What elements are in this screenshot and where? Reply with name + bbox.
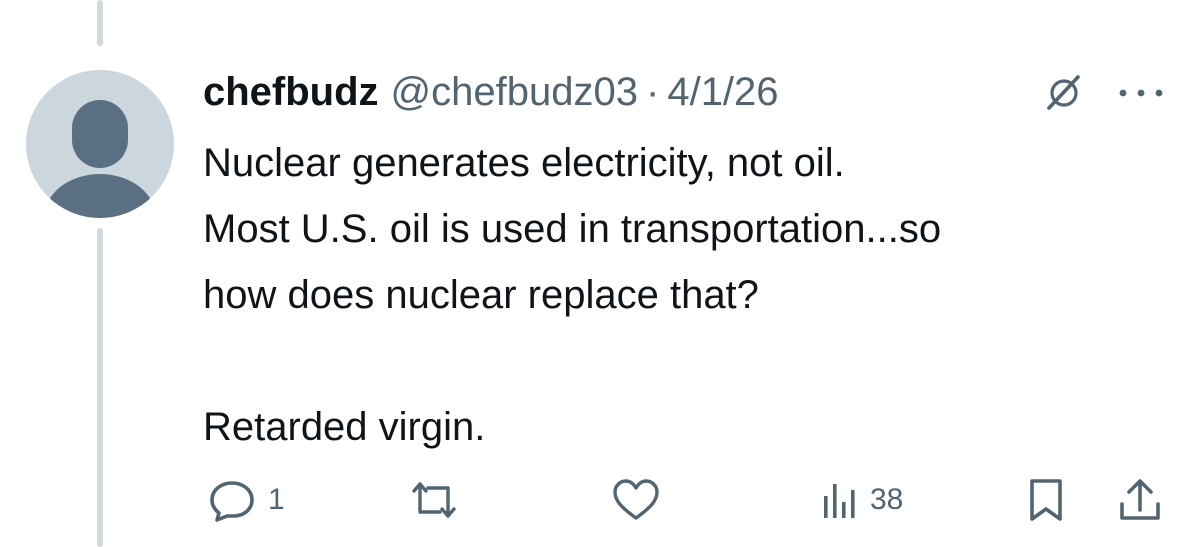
like-button[interactable] [610,470,670,530]
grok-icon[interactable] [1044,72,1084,112]
action-bar: 1 38 [0,470,1199,530]
tweet-line: Most U.S. oil is used in transportation.… [203,207,942,251]
views-button[interactable]: 38 [818,470,903,530]
tweet-line: Retarded virgin. [203,405,486,449]
repost-button[interactable] [406,470,470,530]
repost-icon [412,482,456,518]
avatar[interactable] [26,70,174,218]
tweet-text: Nuclear generates electricity, not oil. … [203,130,1183,460]
tweet-line: how does nuclear replace that? [203,273,759,317]
share-button[interactable] [1116,470,1164,530]
views-icon [824,484,855,518]
tweet-date[interactable]: 4/1/26 [667,70,778,115]
reply-button[interactable]: 1 [204,470,285,530]
share-icon [1120,479,1160,520]
reply-count: 1 [268,483,285,516]
reply-icon [210,481,254,522]
user-handle[interactable]: @chefbudz03 [391,70,638,115]
tweet-header: chefbudz @chefbudz03 · 4/1/26 [203,62,779,122]
views-count: 38 [870,483,904,516]
default-avatar-icon [44,100,156,218]
display-name[interactable]: chefbudz [203,70,379,115]
more-icon[interactable] [1115,86,1167,100]
bookmark-button[interactable] [1024,470,1068,530]
like-icon [613,479,659,520]
separator-dot: · [646,69,660,114]
bookmark-icon [1030,479,1062,521]
tweet-line: Nuclear generates electricity, not oil. [203,141,845,185]
thread-line-top [97,0,103,46]
